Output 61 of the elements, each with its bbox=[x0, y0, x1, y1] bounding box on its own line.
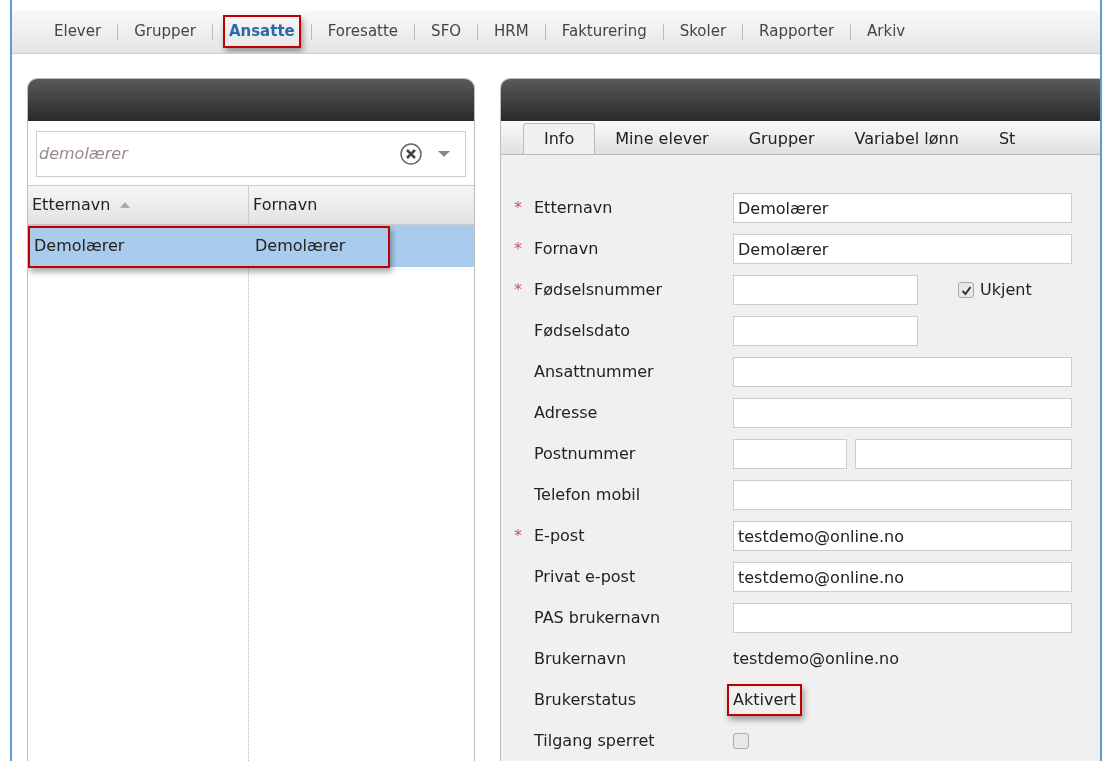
required-asterisk: * bbox=[514, 279, 522, 301]
tab[interactable]: St bbox=[978, 123, 1036, 154]
field-value: testdemo@online.no bbox=[732, 648, 900, 670]
field-label: Tilgang sperret bbox=[534, 730, 655, 752]
column-header[interactable]: Fornavn bbox=[249, 186, 474, 224]
input-field[interactable] bbox=[733, 316, 918, 346]
field-label: PAS brukernavn bbox=[534, 607, 661, 629]
dropdown-caret-icon[interactable] bbox=[437, 150, 451, 158]
nav-tab[interactable]: Rapporter bbox=[753, 15, 841, 48]
sort-up-icon bbox=[120, 202, 131, 208]
field-value: Aktivert bbox=[727, 684, 803, 716]
tab[interactable]: Mine elever bbox=[595, 123, 729, 154]
nav-tab[interactable]: Skoler bbox=[673, 15, 733, 48]
nav-tab[interactable]: SFO bbox=[425, 15, 468, 48]
field-label: Etternavn bbox=[534, 197, 613, 219]
required-asterisk: * bbox=[514, 238, 522, 260]
field-label: E-post bbox=[534, 525, 585, 547]
clear-icon[interactable] bbox=[399, 142, 423, 166]
input-field[interactable] bbox=[733, 398, 1072, 428]
search-input[interactable]: demolærer bbox=[39, 142, 399, 166]
field-label: Brukerstatus bbox=[534, 689, 636, 711]
tab[interactable]: Info bbox=[523, 123, 596, 154]
nav-tab[interactable]: HRM bbox=[488, 15, 535, 48]
tab[interactable]: Grupper bbox=[728, 123, 835, 154]
nav-tab[interactable]: Ansatte bbox=[222, 15, 301, 48]
field-label: Fødselsdato bbox=[534, 320, 631, 342]
table-cell: Demolærer bbox=[34, 236, 125, 255]
input-field[interactable]: Demolærer bbox=[733, 193, 1072, 223]
input-field[interactable]: testdemo@online.no bbox=[733, 521, 1072, 551]
field-label: Fødselsnummer bbox=[534, 279, 662, 301]
field-label: Postnummer bbox=[534, 443, 636, 465]
table-row[interactable]: Demolærer Demolærer bbox=[28, 225, 474, 267]
field-label: Adresse bbox=[534, 402, 598, 424]
nav-tab[interactable]: Elever bbox=[48, 15, 108, 48]
input-field[interactable]: testdemo@online.no bbox=[733, 562, 1072, 592]
nav-tab[interactable]: Arkiv bbox=[861, 15, 912, 48]
field-label: Brukernavn bbox=[534, 648, 627, 670]
checkbox[interactable] bbox=[958, 282, 974, 298]
column-header[interactable]: Etternavn bbox=[28, 186, 249, 224]
checkmark-icon bbox=[960, 284, 972, 296]
required-asterisk: * bbox=[514, 525, 522, 547]
input-field[interactable] bbox=[733, 480, 1072, 510]
table-cell: Demolærer bbox=[255, 236, 346, 255]
nav-tab[interactable]: Fakturering bbox=[555, 15, 653, 48]
required-asterisk: * bbox=[514, 197, 522, 219]
input-field[interactable]: Demolærer bbox=[733, 234, 1072, 264]
input-field[interactable] bbox=[733, 275, 918, 305]
input-field[interactable] bbox=[733, 439, 847, 469]
input-field[interactable] bbox=[733, 357, 1072, 387]
checkbox[interactable] bbox=[733, 733, 749, 749]
field-label: Telefon mobil bbox=[534, 484, 641, 506]
tab[interactable]: Variabel lønn bbox=[834, 123, 979, 154]
field-label: Fornavn bbox=[534, 238, 599, 260]
checkbox-label: Ukjent bbox=[980, 279, 1032, 301]
nav-tab[interactable]: Grupper bbox=[128, 15, 202, 48]
field-label: Privat e-post bbox=[534, 566, 636, 588]
field-label: Ansattnummer bbox=[534, 361, 654, 383]
input-field[interactable] bbox=[733, 603, 1072, 633]
input-field[interactable] bbox=[855, 439, 1072, 469]
nav-tab[interactable]: Foresatte bbox=[321, 15, 405, 48]
search-box[interactable]: demolærer bbox=[36, 131, 466, 177]
